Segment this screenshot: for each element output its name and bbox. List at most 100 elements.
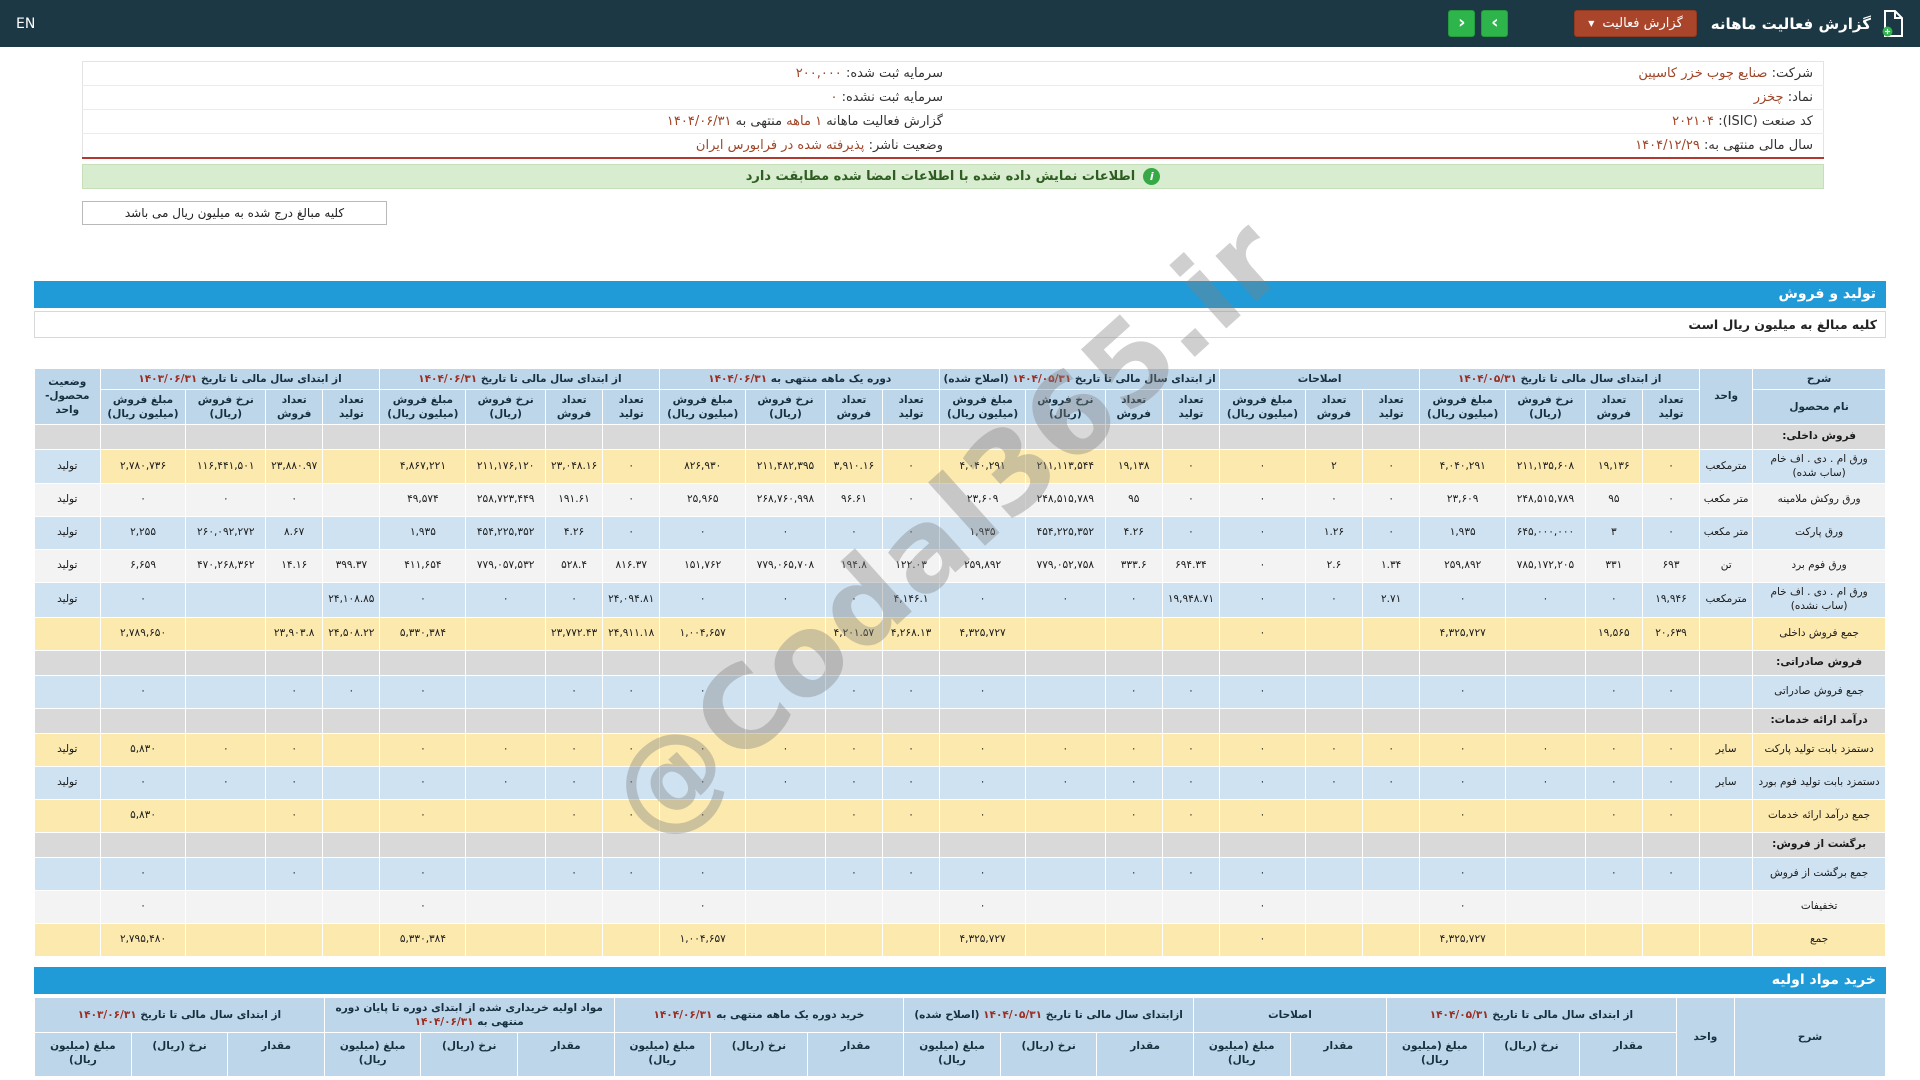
column-group-header: خرید دوره یک ماهه منتهی به ۱۴۰۴/۰۶/۳۱ [614, 997, 904, 1032]
data-cell: ۲ [1305, 450, 1362, 484]
unit-cell [1700, 799, 1753, 832]
unit-cell [1700, 923, 1753, 956]
data-cell [186, 857, 266, 890]
group-title-date: ۱۴۰۴/۰۶/۳۱ [415, 1016, 474, 1028]
data-cell: ۲۴,۱۰۸.۸۵ [323, 583, 380, 617]
product-name-cell: ورق روکش ملامینه [1753, 484, 1886, 517]
table-header-sub-row: مقدارنرخ (ریال)مبلغ (میلیون ریال)مقدارمب… [35, 1032, 1886, 1076]
data-cell: ۶,۶۵۹ [100, 550, 186, 583]
language-toggle[interactable]: EN [16, 16, 35, 32]
data-cell: ۰ [882, 450, 939, 484]
data-cell: ۰ [603, 675, 660, 708]
report-content: تولید و فروش کلیه مبالغ به میلیون ریال ا… [34, 281, 1886, 1077]
section-label-cell: فروش صادراتی: [1753, 650, 1886, 675]
data-cell [323, 799, 380, 832]
product-name-cell: جمع درآمد ارائه خدمات [1753, 799, 1886, 832]
data-cell: ۱,۹۳۵ [1420, 517, 1506, 550]
data-cell [746, 617, 826, 650]
data-cell: ۰ [1026, 583, 1106, 617]
group-title-date: ۱۴۰۳/۰۶/۳۱ [138, 373, 197, 385]
data-cell: ۲,۷۸۰,۷۳۶ [100, 450, 186, 484]
data-cell: ۰ [100, 583, 186, 617]
data-cell [1162, 617, 1219, 650]
empty-cell [746, 650, 826, 675]
data-cell: ۰ [545, 733, 602, 766]
data-cell: ۰ [1105, 675, 1162, 708]
data-cell: ۰ [545, 799, 602, 832]
table-row: تخفیفات۰۰۰۰۰۰ [35, 890, 1886, 923]
data-cell [186, 890, 266, 923]
data-cell: ۲۰,۶۳۹ [1642, 617, 1699, 650]
data-cell [1305, 617, 1362, 650]
sub-column-header: مبلغ فروش (میلیون ریال) [940, 389, 1026, 424]
info-text: وضعیت ناشر: [869, 138, 943, 153]
data-cell: ۲۳,۹۰۳.۸ [266, 617, 323, 650]
data-cell [466, 617, 546, 650]
empty-cell [1105, 650, 1162, 675]
data-cell: ۰ [660, 890, 746, 923]
status-cell [35, 923, 101, 956]
data-cell: ۰ [603, 450, 660, 484]
data-cell: ۰ [186, 733, 266, 766]
data-cell: ۰ [1585, 766, 1642, 799]
group-title-text: ازابتدای سال مالی تا تاریخ [1042, 1009, 1183, 1021]
empty-cell [35, 708, 101, 733]
data-cell: ۴۵۴,۲۲۵,۳۵۲ [1026, 517, 1106, 550]
empty-cell [940, 650, 1026, 675]
data-cell: ۰ [940, 799, 1026, 832]
data-cell [1642, 923, 1699, 956]
empty-cell [1305, 650, 1362, 675]
data-cell [1305, 890, 1362, 923]
table-row: ورق پارکتمتر مکعب۰۳۶۴۵,۰۰۰,۰۰۰۱,۹۳۵۰۱.۲۶… [35, 517, 1886, 550]
data-cell [1105, 923, 1162, 956]
nav-arrow-right-button[interactable]: › [1481, 10, 1508, 37]
data-cell: ۳۳۳.۶ [1105, 550, 1162, 583]
data-cell: ۰ [746, 583, 826, 617]
status-cell: تولید [35, 766, 101, 799]
table-row: دستمزد بابت تولید فوم بوردسایر۰۰۰۰۰۰۰۰۰۰… [35, 766, 1886, 799]
empty-cell [882, 708, 939, 733]
data-cell: ۰ [545, 857, 602, 890]
data-cell: ۳,۹۱۰.۱۶ [825, 450, 882, 484]
info-link[interactable]: صنایع چوب خزر کاسپین [1638, 66, 1767, 81]
data-cell: ۰ [1363, 733, 1420, 766]
column-group-header: اصلاحات [1193, 997, 1386, 1032]
sub-column-header: تعداد فروش [1585, 389, 1642, 424]
table-header-group-row: شرحواحداز ابتدای سال مالی تا تاریخ ۱۴۰۴/… [35, 997, 1886, 1032]
info-text: شرکت: [1772, 66, 1813, 81]
data-cell [323, 857, 380, 890]
data-cell: ۰ [266, 799, 323, 832]
data-cell: ۲۱۱,۱۱۳,۵۴۴ [1026, 450, 1106, 484]
empty-cell [323, 425, 380, 450]
data-cell: ۰ [1420, 675, 1506, 708]
data-cell [545, 923, 602, 956]
data-cell: ۲,۷۹۵,۴۸۰ [100, 923, 186, 956]
empty-cell [1363, 832, 1420, 857]
data-cell: ۱.۳۴ [1363, 550, 1420, 583]
data-cell: ۱۲۲.۰۳ [882, 550, 939, 583]
section-label-cell: فروش داخلی: [1753, 425, 1886, 450]
data-cell: ۰ [380, 675, 466, 708]
data-cell: ۹۶.۶۱ [825, 484, 882, 517]
data-cell: ۰ [1162, 517, 1219, 550]
group-title-text: اصلاحات [1298, 373, 1342, 385]
data-cell: ۰ [323, 675, 380, 708]
unit-cell: مترمکعب [1700, 450, 1753, 484]
section-row: درآمد ارائه خدمات: [35, 708, 1886, 733]
info-link[interactable]: چخزر [1754, 90, 1784, 105]
sub-column-header: مبلغ فروش (میلیون ریال) [1220, 389, 1306, 424]
column-group-header: ازابتدای سال مالی تا تاریخ ۱۴۰۴/۰۵/۳۱ (ا… [904, 997, 1194, 1032]
report-type-dropdown[interactable]: گزارش فعالیت ▼ [1574, 10, 1697, 37]
data-cell: ۰ [1305, 484, 1362, 517]
report-navigation: › ‹ [1448, 10, 1508, 37]
data-cell [1506, 923, 1586, 956]
data-cell: ۲۳,۶۰۹ [1420, 484, 1506, 517]
data-cell: ۰ [746, 733, 826, 766]
nav-arrow-left-button[interactable]: ‹ [1448, 10, 1475, 37]
data-cell: ۰ [1420, 766, 1506, 799]
data-cell: ۰ [266, 857, 323, 890]
data-cell: ۴,۳۲۵,۷۲۷ [1420, 923, 1506, 956]
empty-cell [186, 650, 266, 675]
product-name-cell: تخفیفات [1753, 890, 1886, 923]
data-cell: ۰ [1642, 517, 1699, 550]
